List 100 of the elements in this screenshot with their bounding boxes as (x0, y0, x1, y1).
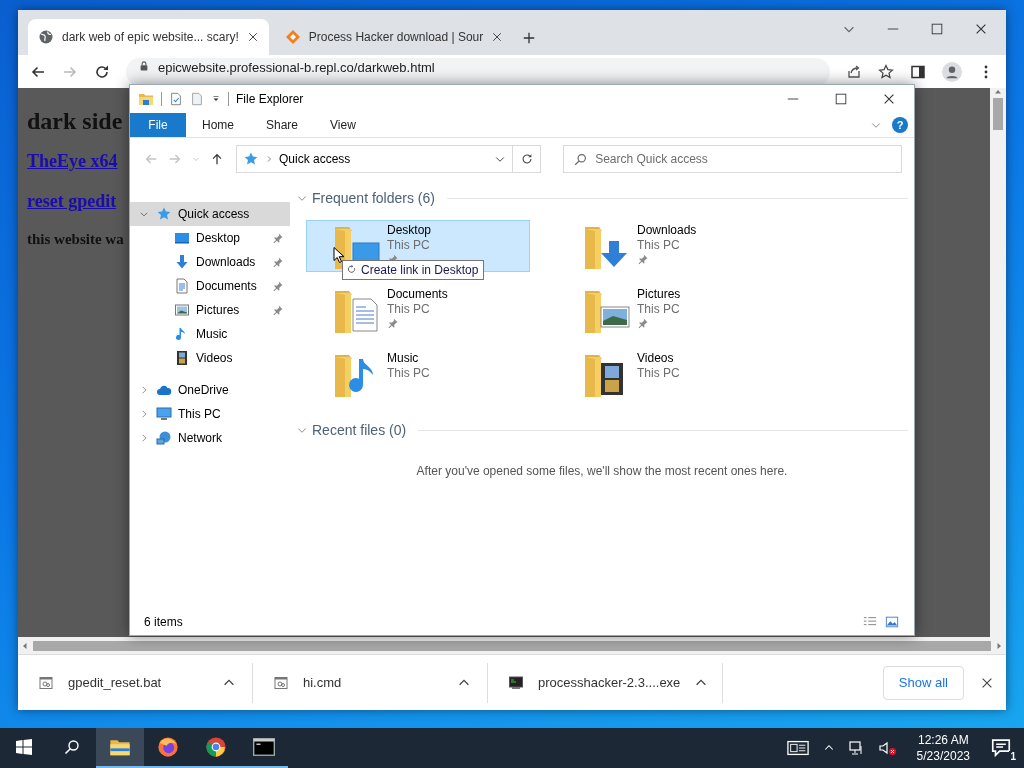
network-icon[interactable] (848, 740, 865, 756)
volume-muted-icon[interactable] (878, 740, 897, 756)
link-icon (347, 265, 357, 275)
download-filename[interactable]: hi.cmd (303, 675, 342, 690)
reload-icon[interactable] (94, 63, 110, 80)
search-input[interactable]: Search Quick access (595, 152, 891, 166)
download-arrow-icon (174, 254, 190, 270)
nav-item[interactable]: Network (130, 426, 290, 450)
share-icon[interactable] (846, 63, 862, 80)
chevron-right-icon (265, 155, 273, 163)
nav-item[interactable]: Quick access (130, 202, 290, 226)
folder-name: Documents (387, 287, 448, 301)
nav-item[interactable]: Downloads (130, 250, 290, 274)
star-icon[interactable] (878, 63, 894, 80)
pin-icon (272, 304, 284, 316)
large-icons-view-icon[interactable] (884, 614, 900, 629)
monitor-icon (156, 406, 172, 422)
star-icon (243, 151, 259, 167)
collapsed-chevron-icon[interactable] (139, 385, 149, 395)
new-tab-icon[interactable] (522, 30, 537, 45)
folder-location: This PC (637, 238, 680, 252)
script-file-icon (38, 674, 54, 691)
scroll-right-icon[interactable] (995, 641, 1003, 650)
nav-item[interactable]: Music (130, 322, 290, 346)
document-icon (174, 278, 190, 294)
windows-logo-icon[interactable] (16, 739, 32, 755)
notification-count: 1 (1009, 751, 1017, 762)
show-all-button[interactable]: Show all (882, 665, 964, 700)
chrome-icon (205, 736, 227, 758)
sidebar-icon[interactable] (910, 63, 926, 80)
group-header[interactable]: Frequent folders (6) (312, 190, 435, 206)
folder-location: This PC (637, 302, 680, 316)
folder-tile[interactable]: Downloads This PC (556, 220, 780, 272)
folder-name: Videos (637, 351, 674, 365)
browser-tab[interactable]: dark web of epic website... scary! (28, 19, 269, 55)
browser-tab[interactable]: Process Hacker download | Sour (274, 19, 514, 55)
pin-icon (387, 317, 399, 329)
scroll-left-icon[interactable] (21, 641, 29, 650)
desktop-icon (174, 230, 190, 246)
maximize-icon[interactable] (834, 92, 848, 106)
close-icon[interactable] (974, 22, 988, 36)
folder-location: This PC (637, 366, 680, 380)
news-icon[interactable] (786, 740, 809, 756)
collapsed-chevron-icon[interactable] (139, 433, 149, 443)
folder-name: Desktop (387, 223, 432, 237)
folder-tile[interactable]: Music This PC (306, 348, 530, 400)
terminal-icon (253, 736, 275, 758)
folder-name: Music (387, 351, 419, 365)
pin-icon (272, 232, 284, 244)
search-icon[interactable] (64, 739, 80, 755)
properties-icon[interactable] (169, 92, 183, 106)
pin-icon (637, 253, 649, 265)
close-icon[interactable] (882, 92, 896, 106)
page-heading: dark side (27, 108, 123, 135)
address-bar[interactable]: Quick access (236, 145, 514, 173)
folder-name: Pictures (637, 287, 681, 301)
nav-item[interactable]: Documents (130, 274, 290, 298)
empty-message: After you've opened some files, we'll show the most recent ones here. (416, 464, 788, 478)
maximize-icon[interactable] (930, 22, 944, 36)
expanded-chevron-icon[interactable] (139, 209, 149, 219)
taskbar-app[interactable] (96, 728, 144, 768)
nav-item[interactable]: Videos (130, 346, 290, 370)
page-text: this website wa (27, 231, 124, 248)
pin-icon (272, 256, 284, 268)
search-field[interactable]: Search Quick access (563, 145, 902, 173)
pin-icon (637, 317, 649, 329)
status-text: 6 items (144, 614, 183, 629)
refresh-icon (519, 152, 534, 166)
profile-avatar-icon[interactable] (942, 61, 962, 82)
folder-tile[interactable]: Pictures This PC (556, 284, 780, 336)
pin-icon (272, 280, 284, 292)
nav-item[interactable]: Pictures (130, 298, 290, 322)
star-icon (156, 206, 172, 222)
folder-location: This PC (387, 302, 430, 316)
close-icon[interactable] (491, 31, 504, 43)
refresh-button[interactable] (513, 145, 542, 173)
scrollbar-thumb[interactable] (33, 640, 991, 651)
folder-tile[interactable]: Documents This PC (306, 284, 530, 336)
film-strip-icon (174, 350, 190, 366)
collapsed-chevron-icon[interactable] (139, 409, 149, 419)
download-filename[interactable]: processhacker-2.3....exe (538, 675, 681, 690)
address-bar[interactable]: epicwebsite.professional-b.repl.co/darkweb.html (126, 57, 830, 86)
ribbon-tab[interactable]: File (130, 113, 186, 137)
close-icon[interactable] (246, 31, 259, 43)
download-filename[interactable]: gpedit_reset.bat (68, 675, 162, 690)
nav-item[interactable]: This PC (130, 402, 290, 426)
diamond-icon (284, 29, 301, 45)
nav-item[interactable]: Desktop (130, 226, 290, 250)
notification-icon[interactable] (990, 736, 1012, 758)
scrollbar-thumb[interactable] (993, 98, 1003, 130)
folder-tile[interactable]: Videos This PC (556, 348, 780, 400)
help-button[interactable]: ? (892, 117, 908, 133)
clock[interactable]: 12:26 AM 5/23/2023 (910, 732, 976, 764)
tab-title: Process Hacker download | Sour (308, 30, 484, 44)
folder-location: This PC (387, 366, 430, 380)
group-header[interactable]: Recent files (0) (312, 422, 407, 438)
nav-item[interactable]: OneDrive (130, 378, 290, 402)
up-arrow-icon[interactable] (210, 152, 224, 166)
folder-location: This PC (387, 238, 430, 252)
picture-icon (174, 302, 190, 318)
